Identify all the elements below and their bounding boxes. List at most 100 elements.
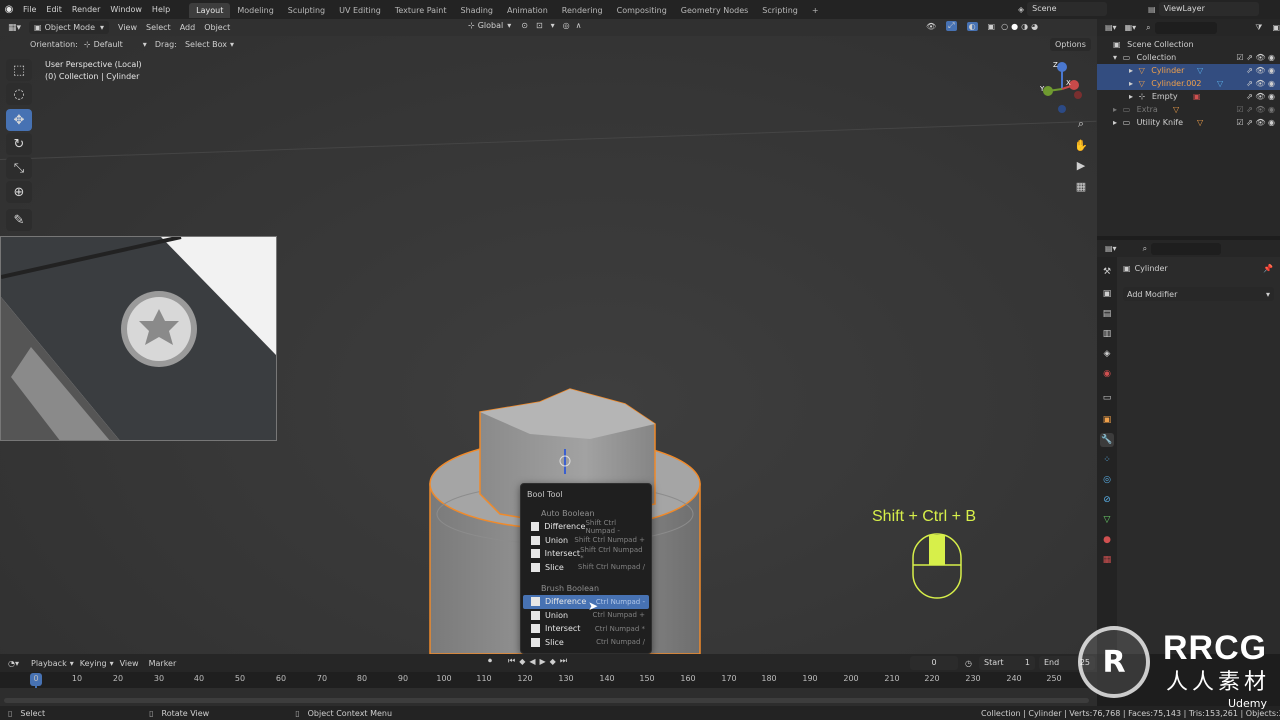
menu-edit[interactable]: Edit	[41, 0, 67, 19]
drag-dropdown[interactable]: Select Box	[185, 36, 227, 53]
properties-editor-icon[interactable]: ▤▾	[1105, 244, 1117, 253]
display-mode-icon[interactable]: ▦▾	[1125, 23, 1137, 32]
brush-intersect-item[interactable]: Intersect Ctrl Numpad *	[523, 622, 649, 636]
record-icon[interactable]: ⏺	[488, 656, 492, 666]
tab-animation[interactable]: Animation	[500, 3, 555, 18]
jump-end-icon[interactable]: ⏭	[560, 656, 567, 666]
tab-uv-editing[interactable]: UV Editing	[332, 3, 388, 18]
auto-difference-item[interactable]: Difference Shift Ctrl Numpad -	[523, 519, 649, 535]
constraints-tab-icon[interactable]: ⊘	[1100, 493, 1114, 507]
row-visibility-controls[interactable]: ⇗ 👁 ◉	[1246, 90, 1275, 103]
annotate-tool[interactable]: ✎	[6, 209, 32, 231]
wireframe-shading-icon[interactable]: ○	[1001, 22, 1008, 31]
row-visibility-controls[interactable]: ⇗ 👁 ◉	[1246, 77, 1275, 90]
render-tab-icon[interactable]: ▣	[1100, 287, 1114, 301]
output-tab-icon[interactable]: ▤	[1100, 307, 1114, 321]
material-shading-icon[interactable]: ◑	[1021, 22, 1028, 31]
menu-view[interactable]: View	[118, 19, 137, 36]
outliner-editor-icon[interactable]: ▤▾	[1105, 23, 1117, 32]
solid-shading-icon[interactable]: ●	[1011, 22, 1018, 31]
xray-icon[interactable]: ▣	[988, 22, 996, 31]
transform-tool[interactable]: ⊕	[6, 181, 32, 203]
view-layer-tab-icon[interactable]: ▥	[1100, 327, 1114, 341]
overlay-icon[interactable]: ◐	[966, 21, 978, 31]
menu-help[interactable]: Help	[147, 0, 175, 19]
collection-tab-icon[interactable]: ▭	[1100, 391, 1114, 405]
search-icon[interactable]: ⌕	[1146, 23, 1150, 33]
jump-start-icon[interactable]: ⏮	[508, 656, 515, 666]
tab-modeling[interactable]: Modeling	[230, 3, 280, 18]
tab-rendering[interactable]: Rendering	[555, 3, 610, 18]
move-tool[interactable]: ✥	[6, 109, 32, 131]
filter-icon[interactable]: ⧩	[1255, 23, 1262, 33]
new-collection-icon[interactable]: ▣	[1272, 23, 1280, 32]
material-tab-icon[interactable]: ●	[1100, 533, 1114, 547]
search-icon[interactable]: ⌕	[1143, 244, 1147, 254]
editor-type-icon[interactable]: ▦▾	[8, 23, 21, 33]
outliner-row-scene-collection[interactable]: ▣ Scene Collection	[1097, 38, 1280, 51]
start-frame-field[interactable]: Start 1	[979, 656, 1035, 670]
zoom-icon[interactable]: ⌕	[1072, 115, 1090, 133]
pivot-icon[interactable]: ⊙	[521, 21, 528, 30]
falloff-icon[interactable]: ∧	[576, 21, 582, 30]
tab-compositing[interactable]: Compositing	[610, 3, 674, 18]
outliner-row-collection[interactable]: ▾ ▭ Collection ☑ ⇗ 👁 ◉	[1097, 51, 1280, 64]
orientation-dropdown[interactable]: Default	[94, 36, 123, 53]
expand-arrow-icon[interactable]: ▸	[1129, 92, 1133, 101]
physics-tab-icon[interactable]: ◎	[1100, 473, 1114, 487]
snap-target-icon[interactable]: ▾	[551, 21, 555, 30]
expand-arrow-icon[interactable]: ▸	[1113, 105, 1117, 114]
particles-tab-icon[interactable]: ⁘	[1100, 453, 1114, 467]
scene-field[interactable]: Scene	[1027, 2, 1108, 16]
expand-arrow-icon[interactable]: ▾	[1113, 53, 1117, 62]
transform-orientation-dropdown[interactable]: Global	[478, 21, 504, 30]
navigation-gizmo[interactable]	[1038, 59, 1086, 115]
outliner-search-input[interactable]	[1154, 21, 1218, 34]
tool-tab-icon[interactable]: ⚒	[1100, 265, 1114, 279]
modifier-tab-icon[interactable]: 🔧	[1100, 433, 1114, 447]
tab-layout[interactable]: Layout	[189, 3, 231, 18]
proportional-edit-icon[interactable]: ◎	[563, 21, 570, 30]
menu-add[interactable]: Add	[180, 19, 196, 36]
menu-file[interactable]: File	[18, 0, 41, 19]
play-reverse-icon[interactable]: ◀	[529, 657, 535, 666]
menu-object[interactable]: Object	[204, 19, 230, 36]
tab-sculpting[interactable]: Sculpting	[281, 3, 332, 18]
cursor-tool[interactable]: ◌	[6, 83, 32, 105]
pan-hand-icon[interactable]: ✋	[1072, 136, 1090, 154]
next-keyframe-icon[interactable]: ◆	[550, 657, 556, 666]
auto-slice-item[interactable]: Slice Shift Ctrl Numpad /	[523, 561, 649, 575]
auto-intersect-item[interactable]: Intersect Shift Ctrl Numpad *	[523, 546, 649, 562]
menu-render[interactable]: Render	[67, 0, 105, 19]
menu-marker[interactable]: Marker	[149, 659, 177, 668]
tab-scripting[interactable]: Scripting	[755, 3, 805, 18]
row-visibility-controls[interactable]: ⇗ 👁 ◉	[1246, 64, 1275, 77]
pin-icon[interactable]: 📌	[1263, 264, 1273, 273]
texture-tab-icon[interactable]: ▦	[1100, 553, 1114, 567]
select-box-tool[interactable]: ⬚	[6, 59, 32, 81]
outliner-row-cylinder[interactable]: ▸ ▽ Cylinder ▽ ⇗ 👁 ◉	[1097, 64, 1280, 77]
play-icon[interactable]: ▶	[540, 657, 546, 666]
snap-icon[interactable]: ⊡	[536, 21, 543, 30]
camera-icon[interactable]: ▶	[1072, 156, 1090, 174]
row-visibility-controls[interactable]: ☑ ⇗ 👁 ◉	[1236, 103, 1275, 116]
scene-tab-icon[interactable]: ◈	[1100, 347, 1114, 361]
timeline-editor-icon[interactable]: ◔▾	[8, 659, 19, 668]
expand-arrow-icon[interactable]: ▸	[1113, 118, 1117, 127]
expand-arrow-icon[interactable]: ▸	[1129, 66, 1133, 75]
expand-arrow-icon[interactable]: ▸	[1129, 79, 1133, 88]
gizmo-icon[interactable]: ⤢	[946, 21, 957, 31]
object-tab-icon[interactable]: ▣	[1100, 413, 1114, 427]
timeline-track-area[interactable]	[0, 688, 1097, 706]
world-tab-icon[interactable]: ◉	[1100, 367, 1114, 381]
blender-logo-icon[interactable]: ◉	[0, 4, 18, 15]
prev-keyframe-icon[interactable]: ◆	[519, 657, 525, 666]
menu-playback[interactable]: Playback	[31, 659, 67, 668]
options-button[interactable]: Options	[1050, 38, 1091, 51]
tab-texture-paint[interactable]: Texture Paint	[388, 3, 454, 18]
scale-tool[interactable]: ⤡	[6, 157, 32, 179]
brush-slice-item[interactable]: Slice Ctrl Numpad /	[523, 636, 649, 650]
tab-geometry-nodes[interactable]: Geometry Nodes	[674, 3, 755, 18]
mode-dropdown[interactable]: ▣ Object Mode ▾	[29, 21, 110, 34]
rotate-tool[interactable]: ↻	[6, 133, 32, 155]
